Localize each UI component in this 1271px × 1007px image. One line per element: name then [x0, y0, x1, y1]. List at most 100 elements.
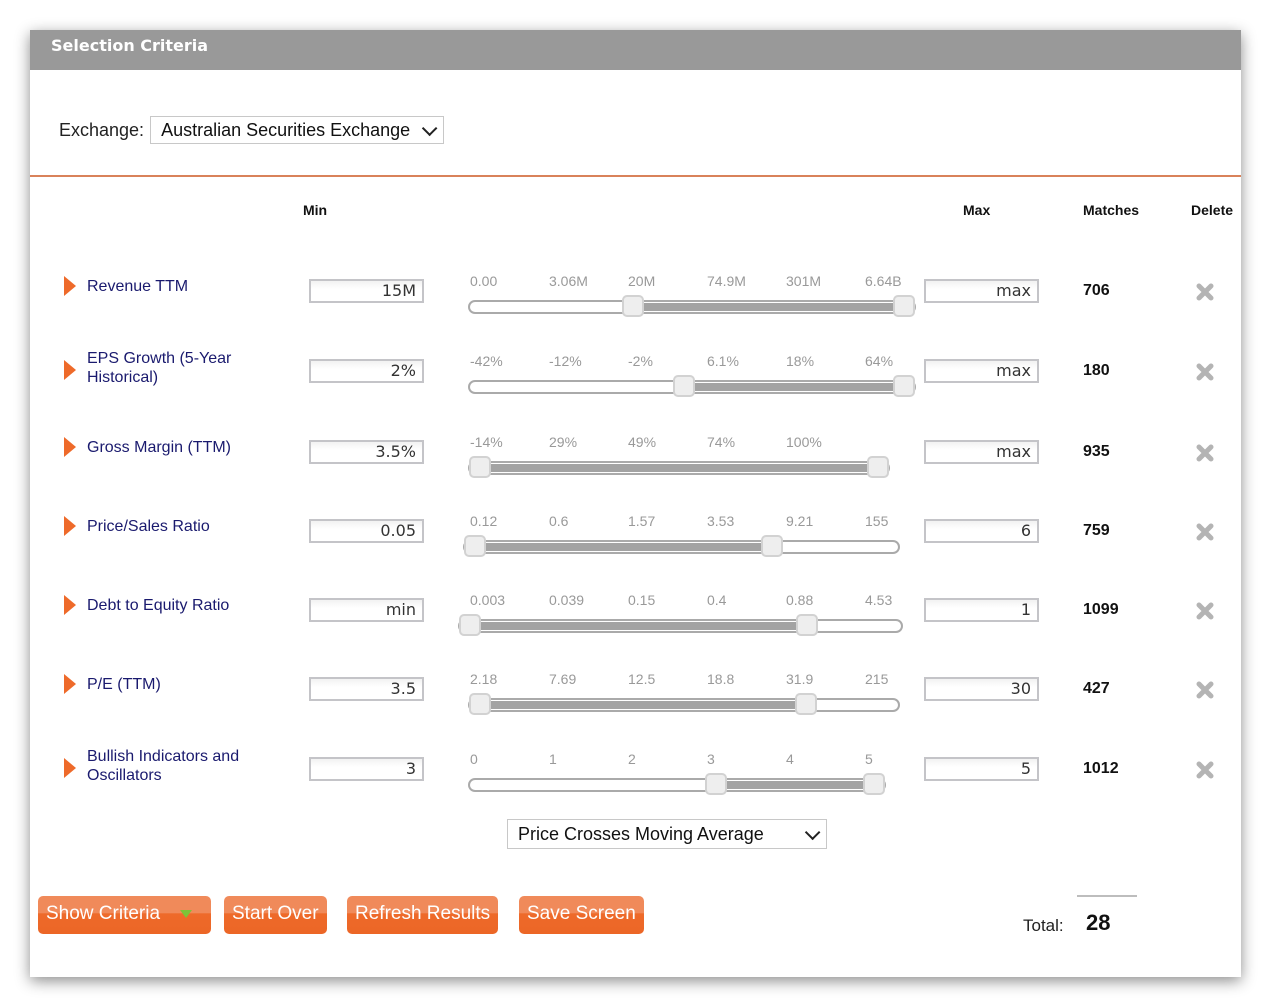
criteria-label[interactable]: Bullish Indicators and Oscillators	[87, 747, 277, 785]
show-criteria-label: Show Criteria	[46, 903, 161, 924]
max-input[interactable]: 30	[924, 677, 1039, 701]
max-input[interactable]: 1	[924, 598, 1039, 622]
column-header-delete: Delete	[1191, 202, 1234, 218]
slider-tick-label: 4	[786, 751, 794, 767]
range-slider-max-handle[interactable]	[893, 375, 915, 397]
matches-count: 180	[1083, 362, 1110, 379]
x-icon[interactable]	[1195, 282, 1215, 302]
range-slider-track[interactable]	[468, 773, 886, 795]
range-slider-min-handle[interactable]	[705, 773, 728, 795]
save-screen-button[interactable]: Save Screen	[519, 896, 644, 934]
slider-tick-label: 100%	[786, 434, 822, 450]
criteria-label[interactable]: EPS Growth (5-Year Historical)	[87, 349, 277, 387]
slider-tick-label: 18.8	[707, 671, 735, 687]
x-icon[interactable]	[1195, 443, 1215, 463]
column-header-max: Max	[963, 202, 991, 218]
triangle-right-icon[interactable]	[64, 758, 76, 778]
min-input[interactable]: 2%	[309, 359, 424, 383]
slider-tick-label: 0	[470, 751, 478, 767]
criteria-row: EPS Growth (5-Year Historical) 2% -42% -12%…	[30, 350, 1241, 410]
range-slider-max-handle[interactable]	[795, 693, 818, 715]
x-icon[interactable]	[1195, 760, 1215, 780]
max-input[interactable]: max	[924, 279, 1039, 303]
criteria-label[interactable]: Revenue TTM	[87, 277, 277, 296]
slider-tick-label: 3.06M	[549, 273, 588, 289]
triangle-right-icon[interactable]	[64, 276, 76, 296]
range-slider-min-handle[interactable]	[469, 456, 491, 478]
range-slider-track[interactable]	[463, 535, 900, 557]
slider-tick-label: 0.6	[549, 513, 569, 529]
range-slider-max-handle[interactable]	[867, 456, 889, 478]
slider-tick-label: 6.64B	[865, 273, 902, 289]
range-slider-max-handle[interactable]	[893, 295, 915, 317]
show-criteria-button[interactable]: Show Criteria	[38, 896, 211, 934]
total-label: Total:	[1023, 916, 1064, 935]
exchange-select[interactable]: Australian Securities Exchange	[150, 116, 445, 144]
matches-count: 935	[1083, 443, 1110, 460]
range-slider-track[interactable]	[468, 295, 916, 317]
column-header-min: Min	[303, 202, 328, 218]
total-value: 28	[1086, 910, 1111, 935]
slider-tick-label: 7.69	[549, 671, 577, 687]
indicator-type-select-value: Price Crosses Moving Average	[518, 823, 764, 844]
triangle-right-icon[interactable]	[64, 516, 76, 536]
criteria-label[interactable]: Debt to Equity Ratio	[87, 596, 277, 615]
range-slider-fill	[633, 303, 905, 311]
slider-tick-label: 0.88	[786, 592, 814, 608]
slider-tick-label: -2%	[628, 353, 653, 369]
x-icon[interactable]	[1195, 680, 1215, 700]
max-input[interactable]: max	[924, 440, 1039, 464]
range-slider-fill	[717, 781, 875, 789]
criteria-row: Bullish Indicators and Oscillators 3 0 1 2 3 4…	[30, 748, 1241, 808]
refresh-results-button[interactable]: Refresh Results	[347, 896, 499, 934]
range-slider-track[interactable]	[468, 375, 916, 397]
slider-tick-label: 0.12	[470, 513, 498, 529]
slider-tick-label: 5	[865, 751, 873, 767]
range-slider-min-handle[interactable]	[469, 693, 491, 715]
min-input[interactable]: 3	[309, 757, 424, 781]
slider-tick-label: 12.5	[628, 671, 656, 687]
total-divider	[1077, 895, 1137, 897]
triangle-right-icon[interactable]	[64, 437, 76, 457]
panel-title: Selection Criteria	[30, 30, 1241, 70]
max-input[interactable]: 6	[924, 519, 1039, 543]
max-input[interactable]: max	[924, 359, 1039, 383]
criteria-label[interactable]: Price/Sales Ratio	[87, 517, 277, 536]
range-slider-fill	[471, 622, 808, 630]
range-slider-track[interactable]	[468, 456, 890, 478]
triangle-down-icon	[180, 909, 193, 918]
x-icon[interactable]	[1195, 362, 1215, 382]
slider-tick-label: 49%	[628, 434, 657, 450]
start-over-button[interactable]: Start Over	[224, 896, 327, 934]
triangle-right-icon[interactable]	[64, 595, 76, 615]
min-input[interactable]: 0.05	[309, 519, 424, 543]
x-icon[interactable]	[1195, 522, 1215, 542]
slider-tick-label: 6.1%	[707, 353, 739, 369]
range-slider-max-handle[interactable]	[863, 773, 885, 795]
x-icon[interactable]	[1195, 601, 1215, 621]
matches-count: 1012	[1083, 760, 1119, 777]
range-slider-min-handle[interactable]	[672, 375, 695, 397]
slider-tick-label: 2.18	[470, 671, 498, 687]
slider-tick-label: 301M	[786, 273, 822, 289]
indicator-type-select[interactable]: Price Crosses Moving Average	[507, 819, 827, 849]
criteria-label[interactable]: Gross Margin (TTM)	[87, 438, 277, 457]
triangle-right-icon[interactable]	[64, 674, 76, 694]
range-slider-min-handle[interactable]	[621, 295, 644, 317]
range-slider-min-handle[interactable]	[464, 535, 486, 557]
min-input[interactable]: 3.5	[309, 677, 424, 701]
max-input[interactable]: 5	[924, 757, 1039, 781]
min-input[interactable]: 3.5%	[309, 440, 424, 464]
slider-tick-label: 155	[865, 513, 889, 529]
range-slider-track[interactable]	[458, 614, 903, 636]
criteria-label[interactable]: P/E (TTM)	[87, 675, 277, 694]
range-slider-min-handle[interactable]	[459, 614, 481, 636]
min-input[interactable]: min	[309, 598, 424, 622]
range-slider-max-handle[interactable]	[795, 614, 818, 636]
range-slider-track[interactable]	[468, 693, 900, 715]
slider-tick-label: 20M	[628, 273, 656, 289]
range-slider-max-handle[interactable]	[761, 535, 784, 557]
slider-tick-label: 3.53	[707, 513, 735, 529]
triangle-right-icon[interactable]	[64, 360, 76, 380]
min-input[interactable]: 15M	[309, 279, 424, 303]
